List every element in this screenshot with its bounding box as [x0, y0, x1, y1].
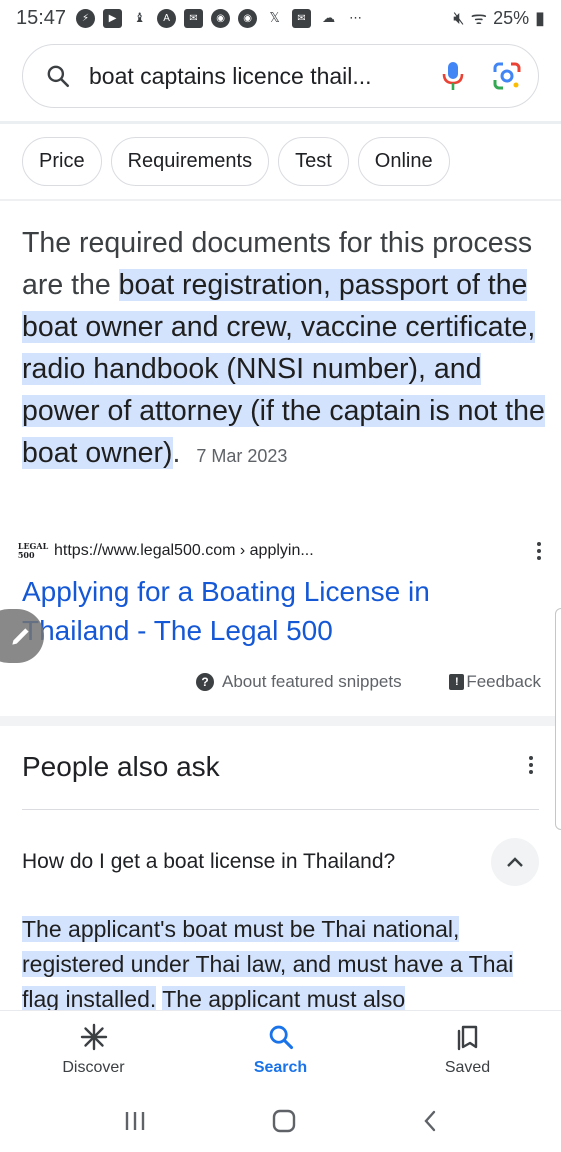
wifi-signal-icon: ᯤ — [470, 8, 488, 28]
result-title-link[interactable]: Applying for a Boating License in Thaila… — [22, 572, 522, 650]
paa-divider — [22, 809, 539, 810]
paa-question[interactable]: How do I get a boat license in Thailand? — [22, 838, 539, 886]
paa-more-options-icon[interactable] — [528, 756, 534, 774]
nav-search[interactable]: Search — [211, 1023, 351, 1077]
pin-icon: ♝ — [133, 10, 146, 25]
outlook-icon-2: ✉ — [292, 8, 312, 28]
nav-saved[interactable]: Saved — [398, 1023, 538, 1077]
snippet-trailing: . — [172, 437, 181, 469]
more-notifications-icon: ⋯ — [349, 10, 363, 25]
header-divider — [0, 121, 561, 124]
paa-answer: The applicant's boat must be Thai nation… — [22, 912, 542, 1017]
chip-price[interactable]: Price — [22, 137, 102, 186]
feedback-icon: ! — [449, 674, 465, 690]
pencil-icon — [12, 628, 29, 645]
result-source[interactable]: LEGAL 500 https://www.legal500.com › app… — [17, 540, 542, 562]
chip-test[interactable]: Test — [278, 137, 349, 186]
more-options-icon[interactable] — [536, 542, 542, 560]
google-lens-icon[interactable] — [492, 61, 522, 91]
adblock-icon: A — [157, 8, 177, 28]
paa-question-text: How do I get a boat license in Thailand? — [22, 850, 396, 873]
chips-divider — [0, 199, 561, 201]
system-status: 🔇︎ ᯤ 25% ▮ — [453, 6, 545, 30]
battery-percent: 25% — [493, 7, 530, 28]
back-icon[interactable] — [422, 1109, 438, 1133]
mute-icon: 🔇︎ — [453, 7, 465, 28]
snippet-footer: ? About featured snippets ! Feedback — [196, 672, 541, 692]
search-icon — [47, 65, 70, 88]
answer-highlighted-2: The applicant must also — [162, 986, 406, 1012]
legal500-favicon: LEGAL 500 — [17, 541, 49, 560]
home-icon[interactable] — [272, 1109, 296, 1133]
status-bar: 15:47 ⚡ ▶ ♝ A ✉ ◉ ◉ 𝕏 ✉ ☁ ⋯ 🔇︎ ᯤ 25% ▮ — [0, 0, 561, 36]
messenger-icon: ⚡ — [76, 8, 96, 28]
collapse-button[interactable] — [491, 838, 539, 886]
nav-discover-label: Discover — [62, 1059, 125, 1076]
cloud-icon: ☁ — [322, 10, 336, 25]
status-time: 15:47 — [16, 6, 67, 29]
chrome-icon: ◉ — [211, 8, 231, 28]
help-icon: ? — [196, 673, 214, 691]
notification-icons: ⚡ ▶ ♝ A ✉ ◉ ◉ 𝕏 ✉ ☁ ⋯ — [76, 8, 365, 28]
snippet-date: 7 Mar 2023 — [196, 446, 288, 466]
search-bar[interactable]: boat captains licence thail... — [22, 44, 539, 108]
battery-icon: ▮ — [535, 7, 545, 28]
filter-chips: Price Requirements Test Online — [22, 137, 450, 186]
discover-icon — [80, 1023, 107, 1051]
search-input[interactable]: boat captains licence thail... — [89, 63, 442, 90]
system-navigation-bar — [0, 1090, 561, 1152]
microphone-icon[interactable] — [442, 60, 464, 92]
youtube-icon: ▶ — [103, 8, 123, 28]
nav-saved-label: Saved — [444, 1059, 491, 1076]
nav-discover[interactable]: Discover — [24, 1023, 164, 1077]
people-also-ask-title: People also ask — [22, 751, 220, 782]
chrome-icon-2: ◉ — [238, 8, 258, 28]
chevron-up-icon — [507, 857, 523, 867]
search-nav-icon — [269, 1025, 293, 1050]
feedback-label: Feedback — [466, 672, 541, 691]
about-featured-snippets-link[interactable]: About featured snippets — [222, 672, 402, 692]
outlook-icon: ✉ — [184, 8, 204, 28]
chip-requirements[interactable]: Requirements — [110, 137, 270, 186]
feedback-button[interactable]: ! Feedback — [449, 672, 541, 692]
section-divider — [0, 716, 561, 726]
recent-apps-icon[interactable] — [123, 1110, 147, 1132]
scroll-handle[interactable] — [555, 608, 561, 830]
source-url[interactable]: https://www.legal500.com › applyin... — [54, 542, 314, 560]
featured-snippet-text: The required documents for this process … — [22, 222, 547, 477]
nav-search-label: Search — [253, 1059, 308, 1076]
chip-online[interactable]: Online — [357, 137, 450, 186]
bottom-navigation: Discover Search Saved — [0, 1010, 561, 1090]
x-icon: 𝕏 — [269, 10, 280, 25]
saved-icon — [457, 1025, 477, 1051]
